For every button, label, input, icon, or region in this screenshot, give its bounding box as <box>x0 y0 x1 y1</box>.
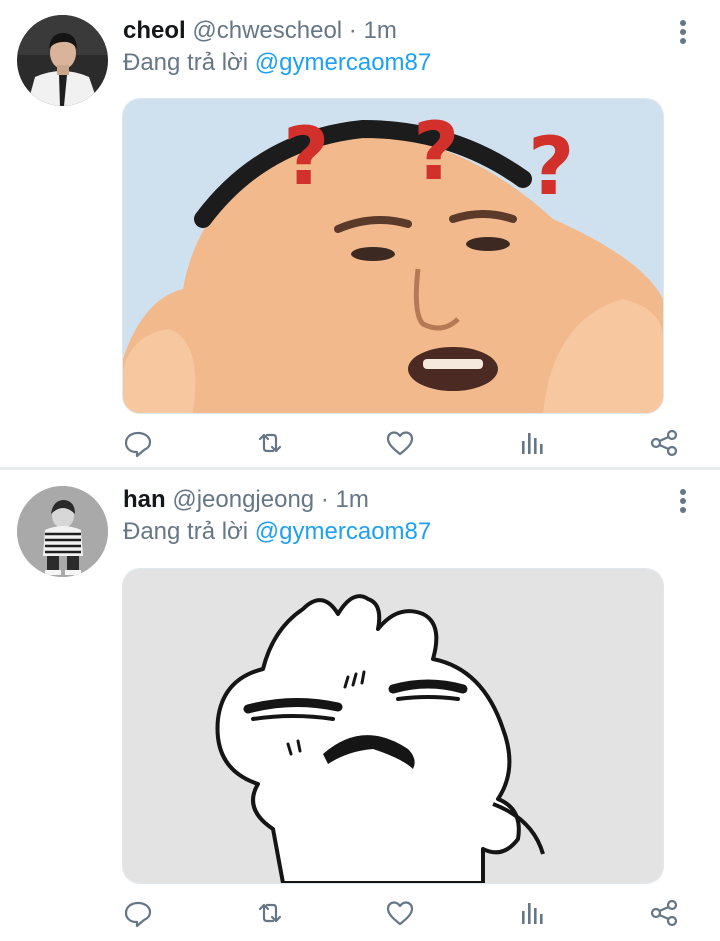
analytics-icon <box>522 903 543 924</box>
reply-context: Đang trả lời @gymercaom87 <box>123 518 431 546</box>
more-options-button[interactable] <box>672 17 694 47</box>
tweet-header: cheol @chwescheol · 1m <box>123 17 397 45</box>
like-button[interactable] <box>384 427 416 459</box>
profile-photo-icon <box>17 486 108 577</box>
reply-icon <box>124 431 152 458</box>
share-icon <box>650 429 678 457</box>
avatar[interactable] <box>17 15 108 106</box>
dot-separator: · <box>320 486 329 513</box>
author-name[interactable]: cheol <box>123 17 186 44</box>
meme-image-icon <box>123 569 663 883</box>
analytics-button[interactable] <box>516 427 548 459</box>
more-options-button[interactable] <box>672 486 694 516</box>
meme-image-icon: ? ? ? <box>123 99 663 413</box>
like-icon <box>386 901 414 926</box>
profile-photo-icon <box>17 15 108 106</box>
author-name[interactable]: han <box>123 486 166 513</box>
reply-icon <box>124 901 152 928</box>
share-icon <box>650 899 678 927</box>
svg-text:?: ? <box>283 110 329 203</box>
share-button[interactable] <box>648 897 680 929</box>
retweet-button[interactable] <box>254 427 286 459</box>
reply-mention-link[interactable]: @gymercaom87 <box>255 49 431 76</box>
svg-text:?: ? <box>528 120 574 213</box>
more-vertical-icon <box>680 20 686 44</box>
tweet-card[interactable]: cheol @chwescheol · 1m Đang trả lời @gym… <box>0 0 720 468</box>
author-handle[interactable]: @jeongjeong <box>172 486 314 513</box>
reply-context: Đang trả lời @gymercaom87 <box>123 49 431 77</box>
like-button[interactable] <box>384 897 416 929</box>
share-button[interactable] <box>648 427 680 459</box>
retweet-icon <box>258 433 282 453</box>
like-icon <box>386 431 414 456</box>
tweet-card[interactable]: han @jeongjeong · 1m Đang trả lời @gymer… <box>0 470 720 941</box>
tweet-actions <box>0 893 720 933</box>
reply-prefix: Đang trả lời <box>123 518 249 545</box>
retweet-button[interactable] <box>254 897 286 929</box>
reply-button[interactable] <box>122 897 154 929</box>
svg-text:?: ? <box>413 105 459 198</box>
more-vertical-icon <box>680 489 686 513</box>
timestamp[interactable]: 1m <box>363 17 396 44</box>
analytics-icon <box>522 433 543 454</box>
tweet-media[interactable]: ? ? ? <box>122 98 664 414</box>
reply-prefix: Đang trả lời <box>123 49 249 76</box>
author-handle[interactable]: @chwescheol <box>192 17 342 44</box>
reply-button[interactable] <box>122 427 154 459</box>
analytics-button[interactable] <box>516 897 548 929</box>
dot-separator: · <box>348 17 357 44</box>
tweet-header: han @jeongjeong · 1m <box>123 486 369 514</box>
avatar[interactable] <box>17 486 108 577</box>
timestamp[interactable]: 1m <box>336 486 369 513</box>
tweet-actions <box>0 423 720 463</box>
reply-mention-link[interactable]: @gymercaom87 <box>255 518 431 545</box>
tweet-media[interactable] <box>122 568 664 884</box>
retweet-icon <box>258 903 282 923</box>
